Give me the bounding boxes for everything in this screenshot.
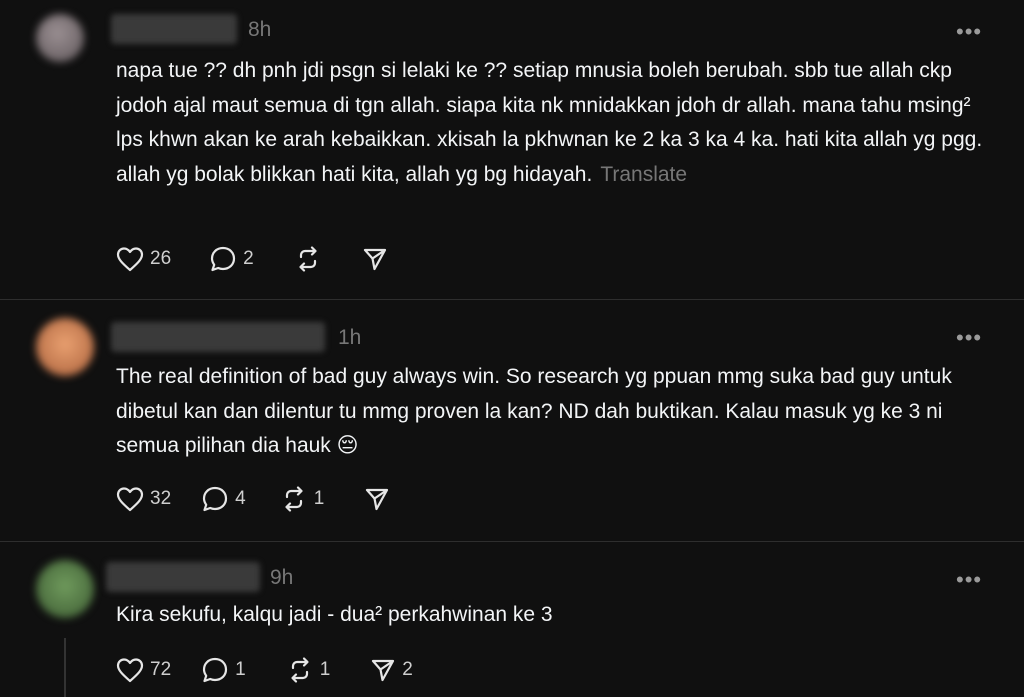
thread-feed: 8h ••• napa tue ?? dh pnh jdi psgn si le… [0,0,1024,697]
more-dots-icon[interactable]: ••• [956,569,982,591]
post-text: Kira sekufu, kalqu jadi - dua² perkahwin… [116,603,553,626]
send-icon [362,246,388,272]
post-body: napa tue ?? dh pnh jdi psgn si lelaki ke… [116,54,986,192]
like-button[interactable]: 26 [116,246,171,272]
thread-connector-line [64,638,66,697]
share-button[interactable] [364,486,396,512]
repost-arrows-icon [280,485,308,513]
post-body: The real definition of bad guy always wi… [116,360,986,464]
send-icon [364,486,390,512]
repost-button[interactable]: 1 [286,656,331,684]
reply-count: 1 [235,659,246,680]
username-blurred[interactable] [106,562,260,592]
comment-bubble-icon [201,656,229,684]
username-blurred[interactable] [111,322,325,352]
more-dots-icon[interactable]: ••• [956,327,982,349]
post-actions: 32 4 1 [116,485,396,513]
reply-count: 2 [243,248,254,269]
like-count: 26 [150,248,172,269]
repost-arrows-icon [286,656,314,684]
share-button[interactable] [362,246,394,272]
heart-icon [116,657,144,683]
translate-link[interactable]: Translate [600,163,687,186]
post-2: 1h ••• The real definition of bad guy al… [0,300,1024,540]
like-button[interactable]: 32 [116,486,171,512]
repost-arrows-icon [294,245,322,273]
repost-count: 1 [319,659,331,680]
post-timestamp: 8h [248,18,272,41]
repost-button[interactable]: 1 [280,485,325,513]
send-icon [370,657,396,683]
share-count: 2 [402,659,413,680]
reply-button[interactable]: 4 [201,485,246,513]
heart-icon [116,246,144,272]
like-count: 72 [150,659,172,680]
share-button[interactable]: 2 [370,657,413,683]
username-blurred[interactable] [111,14,237,44]
like-button[interactable]: 72 [116,657,171,683]
post-body: Kira sekufu, kalqu jadi - dua² perkahwin… [116,598,986,633]
post-1: 8h ••• napa tue ?? dh pnh jdi psgn si le… [0,0,1024,298]
post-text: The real definition of bad guy always wi… [116,365,952,457]
post-actions: 72 1 1 2 [116,656,413,684]
repost-button[interactable] [294,245,328,273]
comment-bubble-icon [201,485,229,513]
post-actions: 26 2 [116,245,394,273]
post-timestamp: 1h [338,326,362,349]
repost-count: 1 [313,488,325,509]
post-timestamp: 9h [270,566,294,589]
heart-icon [116,486,144,512]
reply-button[interactable]: 2 [209,245,254,273]
avatar[interactable] [36,14,84,62]
more-dots-icon[interactable]: ••• [956,21,982,43]
reply-count: 4 [235,488,246,509]
avatar[interactable] [36,318,94,376]
post-text: napa tue ?? dh pnh jdi psgn si lelaki ke… [116,59,983,186]
comment-bubble-icon [209,245,237,273]
reply-button[interactable]: 1 [201,656,246,684]
like-count: 32 [150,488,172,509]
avatar[interactable] [36,560,94,618]
post-3: 9h ••• Kira sekufu, kalqu jadi - dua² pe… [0,542,1024,697]
